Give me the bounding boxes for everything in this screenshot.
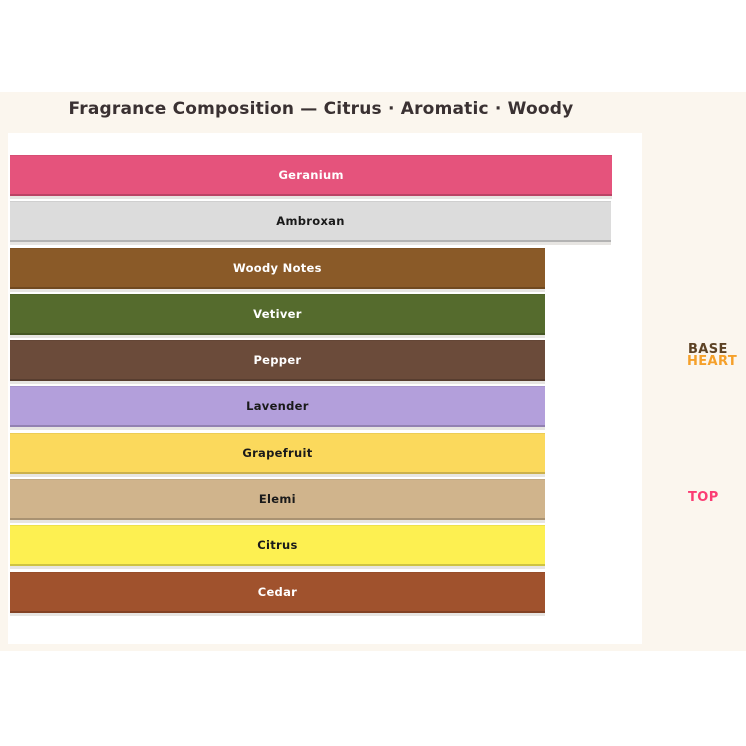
bar-ambroxan: Ambroxan [10, 201, 611, 242]
bar-vetiver: Vetiver [10, 294, 545, 335]
bar-geranium: Geranium [10, 155, 612, 196]
bar-label: Grapefruit [242, 446, 312, 460]
bar-label: Lavender [246, 399, 309, 413]
bar-label: Pepper [253, 353, 301, 367]
bar-row: Woody Notes [10, 248, 640, 294]
bar-woody-notes: Woody Notes [10, 248, 545, 289]
bar-citrus: Citrus [10, 525, 545, 566]
bar-row: Ambroxan [10, 201, 640, 247]
bar-row: Citrus [10, 525, 640, 571]
plot-area: Geranium Ambroxan Woody Notes Vetiver Pepper… [8, 133, 642, 644]
bar-lavender: Lavender [10, 386, 545, 427]
bar-elemi: Elemi [10, 479, 545, 520]
bar-row: Lavender [10, 386, 640, 432]
bar-label: Elemi [259, 492, 296, 506]
bar-row: Grapefruit [10, 433, 640, 479]
bar-label: Cedar [258, 585, 297, 599]
bar-label: Ambroxan [276, 214, 344, 228]
bar-cedar: Cedar [10, 572, 545, 613]
bar-grapefruit: Grapefruit [10, 433, 545, 474]
bar-row: Vetiver [10, 294, 640, 340]
bar-label: Citrus [257, 538, 297, 552]
bar-label: Woody Notes [233, 261, 322, 275]
bar-pepper: Pepper [10, 340, 545, 381]
group-label-top: TOP [688, 492, 719, 504]
bar-row: Cedar [10, 572, 640, 618]
chart-title: Fragrance Composition — Citrus · Aromati… [0, 99, 642, 119]
bar-row: Pepper [10, 340, 640, 386]
bar-row: Elemi [10, 479, 640, 525]
bar-row: Geranium [10, 155, 640, 201]
bar-label: Vetiver [253, 307, 302, 321]
bars-container: Geranium Ambroxan Woody Notes Vetiver Pepper… [10, 155, 640, 618]
group-label-heart: HEART [687, 356, 737, 368]
bar-label: Geranium [278, 168, 343, 182]
chart-canvas: Fragrance Composition — Citrus · Aromati… [0, 92, 746, 651]
